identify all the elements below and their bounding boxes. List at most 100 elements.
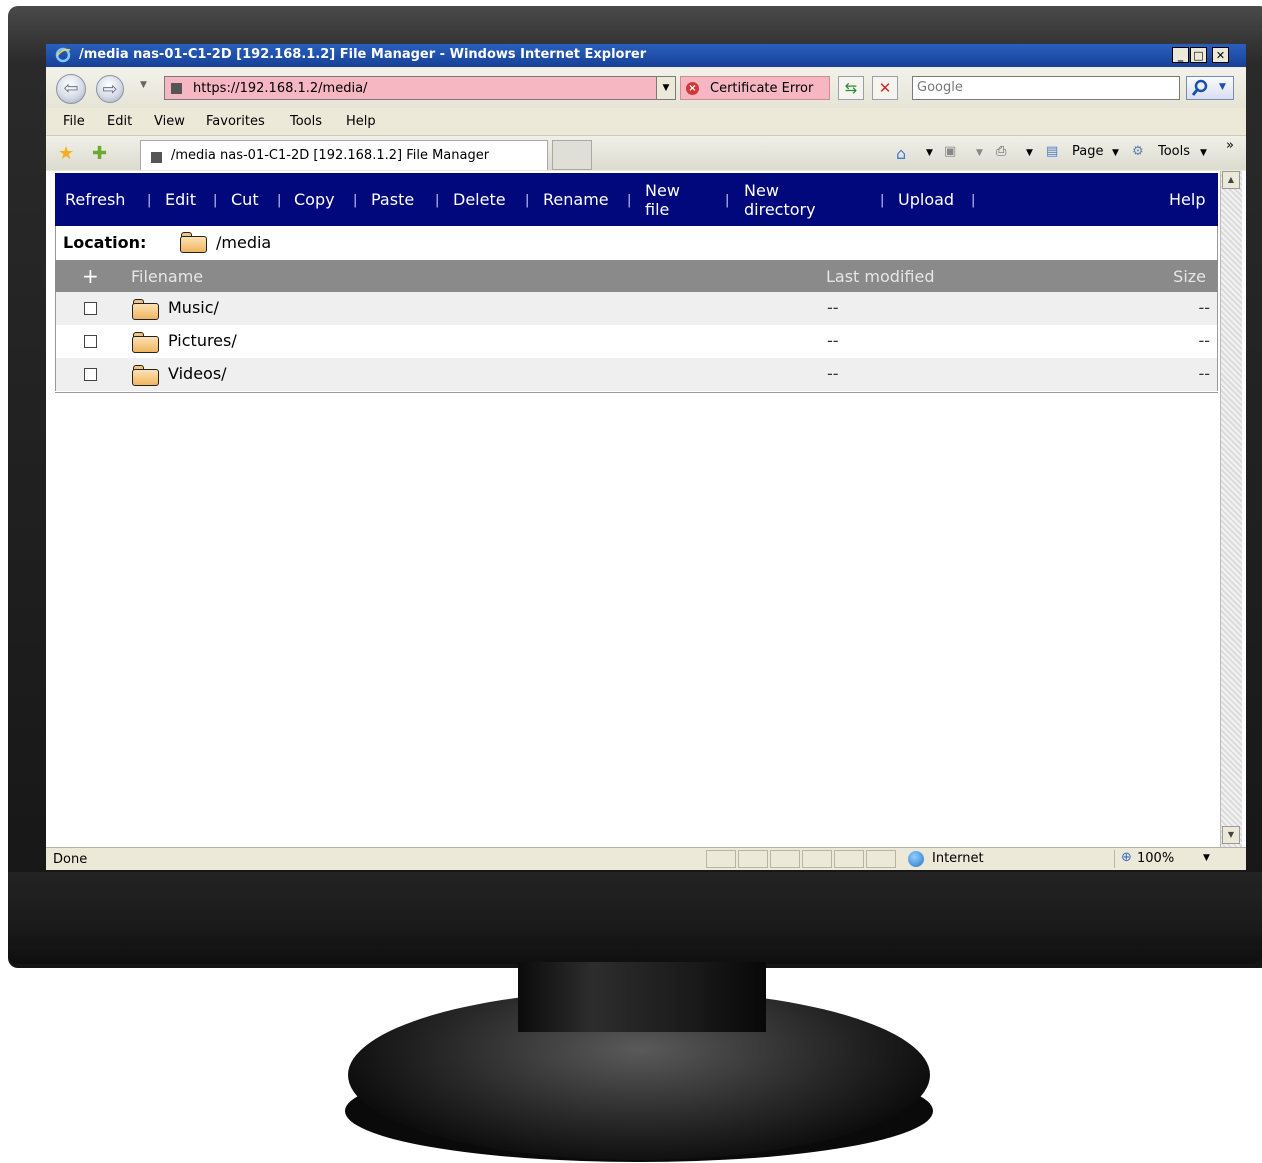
column-size[interactable]: Size [1173,267,1206,286]
toolbar-separator: | [971,193,976,208]
tools-menu[interactable]: Tools [1158,144,1190,159]
search-input[interactable]: Google [912,76,1180,100]
row-checkbox[interactable] [84,368,97,381]
print-icon[interactable]: ⎙ [996,144,1006,159]
scroll-down-button[interactable]: ▼ [1222,826,1240,844]
new-tab-button[interactable] [552,140,592,170]
toolbar-overflow-icon[interactable]: » [1226,138,1234,153]
help-button[interactable]: Help [1169,190,1205,209]
title-bar[interactable]: /media nas-01-C1-2D [192.168.1.2] File M… [46,44,1246,67]
url-text: https://192.168.1.2/media/ [193,81,368,96]
browser-window: /media nas-01-C1-2D [192.168.1.2] File M… [46,44,1246,870]
file-last-modified: -- [827,364,839,383]
search-icon [1191,79,1208,96]
table-row[interactable]: Pictures/ -- -- [55,325,1218,358]
menu-view[interactable]: View [154,114,185,129]
forward-arrow-icon: ⇨ [102,79,118,100]
status-pane [706,850,736,868]
back-button[interactable]: ⇦ [56,74,86,104]
table-row[interactable]: Music/ -- -- [55,292,1218,325]
home-dropdown-icon[interactable]: ▼ [926,148,933,158]
folder-icon [132,332,159,353]
new-file-button[interactable]: New file [645,181,680,219]
select-all-toggle[interactable]: + [82,264,99,288]
page-dropdown-icon[interactable]: ▼ [1112,148,1119,158]
copy-button[interactable]: Copy [294,190,335,209]
menu-help[interactable]: Help [346,114,376,129]
edit-button[interactable]: Edit [165,190,196,209]
close-button[interactable]: ✕ [1212,47,1229,63]
certificate-error-button[interactable]: × Certificate Error [680,76,830,100]
toolbar-separator: | [147,193,152,208]
scroll-up-button[interactable]: ▲ [1222,171,1240,189]
tab-file-manager[interactable]: /media nas-01-C1-2D [192.168.1.2] File M… [140,140,548,170]
page-menu[interactable]: Page [1072,144,1103,159]
minimize-button[interactable]: _ [1172,47,1189,63]
file-size: -- [1198,331,1210,350]
status-pane [834,850,864,868]
file-name-link[interactable]: Music/ [168,298,219,317]
new-directory-label-1: New [744,181,779,200]
refresh-page-button[interactable]: ⇆ [838,76,864,100]
row-checkbox[interactable] [84,335,97,348]
delete-button[interactable]: Delete [453,190,506,209]
zoom-dropdown-icon[interactable]: ▼ [1203,853,1210,863]
toolbar-separator: | [213,193,218,208]
recent-pages-dropdown-icon[interactable]: ▼ [140,80,147,90]
column-last-modified[interactable]: Last modified [826,267,934,286]
file-size: -- [1198,364,1210,383]
rename-button[interactable]: Rename [543,190,609,209]
favorites-star-icon[interactable]: ★ [58,143,74,164]
file-list-bottom-border [55,392,1218,393]
menu-file[interactable]: File [63,114,85,129]
row-checkbox[interactable] [84,302,97,315]
zoom-control[interactable]: ⊕ 100% ▼ [1114,850,1225,868]
stop-button[interactable]: ✕ [872,76,898,100]
paste-button[interactable]: Paste [371,190,414,209]
feeds-icon[interactable]: ▣ [944,144,956,159]
home-icon[interactable]: ⌂ [896,144,906,163]
monitor-chin [8,872,1262,964]
stop-icon: ✕ [878,79,892,97]
file-size: -- [1198,298,1210,317]
new-directory-label-2: directory [744,200,816,219]
cut-button[interactable]: Cut [231,190,259,209]
toolbar-separator: | [525,193,530,208]
menu-favorites[interactable]: Favorites [206,114,265,129]
table-row[interactable]: Videos/ -- -- [55,358,1218,391]
toolbar-separator: | [353,193,358,208]
location-path[interactable]: /media [216,233,271,252]
security-zone[interactable]: Internet [904,850,1114,868]
menu-edit[interactable]: Edit [107,114,132,129]
menu-tools[interactable]: Tools [290,114,322,129]
status-bar: Done Internet ⊕ 100% ▼ [46,847,1246,870]
new-file-label-1: New [645,181,680,200]
location-label: Location: [63,233,147,252]
location-bar: Location: /media [55,226,1218,260]
search-button[interactable]: ▼ [1186,76,1234,100]
tools-gear-icon: ⚙ [1132,144,1144,159]
tools-dropdown-icon[interactable]: ▼ [1200,148,1207,158]
address-field[interactable]: https://192.168.1.2/media/ [164,76,676,100]
zoom-level: 100% [1137,851,1175,866]
address-dropdown-button[interactable]: ▼ [656,76,676,100]
new-directory-button[interactable]: New directory [744,181,816,219]
tab-label: /media nas-01-C1-2D [192.168.1.2] File M… [171,148,490,163]
file-name-link[interactable]: Videos/ [168,364,227,383]
folder-icon [132,365,159,386]
folder-icon [180,232,207,253]
refresh-button[interactable]: Refresh [65,190,125,209]
file-name-link[interactable]: Pictures/ [168,331,237,350]
maximize-button[interactable]: □ [1190,47,1207,63]
column-filename[interactable]: Filename [131,267,203,286]
search-options-dropdown-icon: ▼ [1219,82,1226,92]
feeds-dropdown-icon[interactable]: ▼ [976,148,983,158]
toolbar-separator: | [435,193,440,208]
vertical-scrollbar[interactable]: ▲ ▼ [1220,171,1242,847]
add-favorite-icon[interactable]: ✚ [92,143,107,164]
status-text: Done [53,852,88,867]
print-dropdown-icon[interactable]: ▼ [1026,148,1033,158]
upload-button[interactable]: Upload [898,190,954,209]
forward-button[interactable]: ⇨ [96,75,124,103]
security-zone-label: Internet [932,851,984,866]
